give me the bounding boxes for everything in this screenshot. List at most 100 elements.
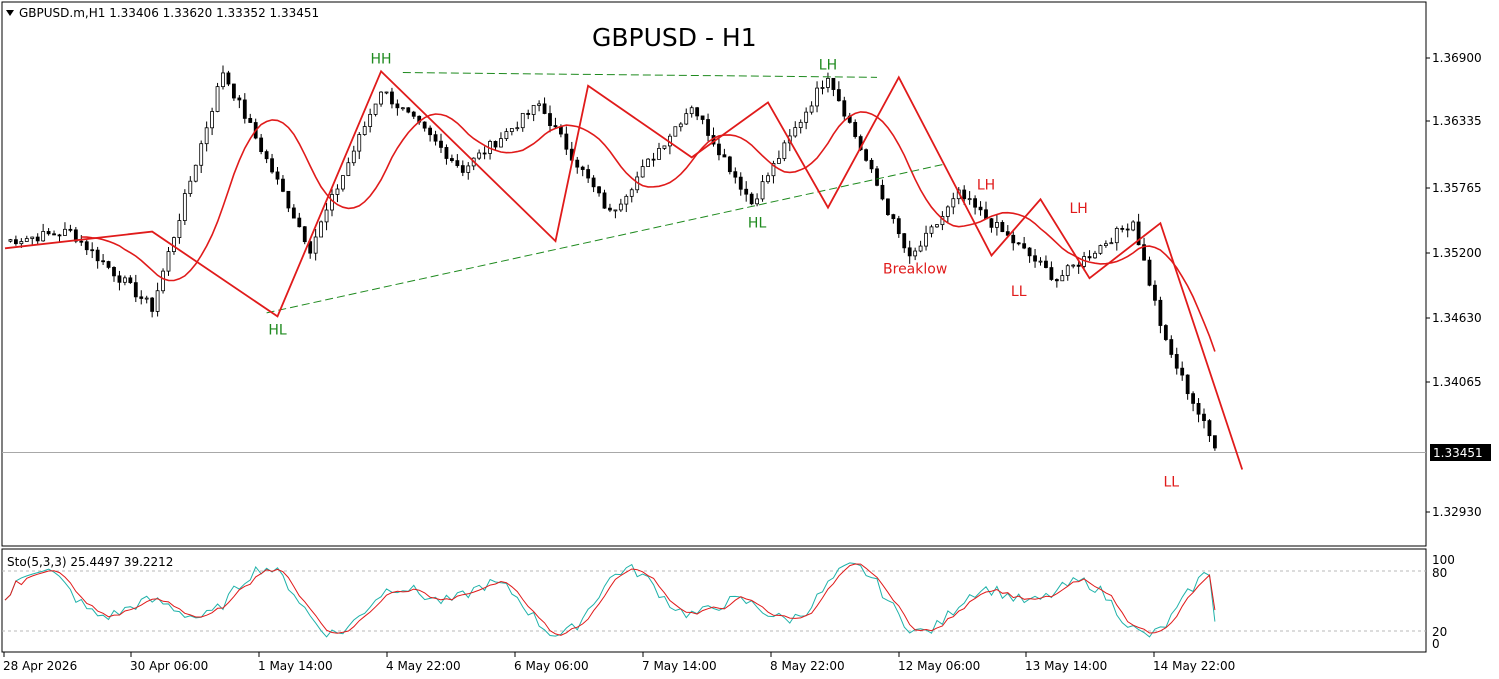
candle-body: [553, 125, 558, 128]
candle-body: [749, 193, 754, 205]
candle-body: [929, 226, 934, 234]
candle-body: [313, 236, 318, 254]
candle-body: [221, 72, 225, 88]
candle-body: [139, 296, 144, 299]
annotation-label: LH: [819, 57, 837, 73]
candle-body: [106, 261, 111, 268]
candle-body: [1109, 242, 1114, 245]
candle-body: [1027, 247, 1032, 257]
candle-body: [1163, 325, 1168, 340]
candle-body: [564, 133, 569, 150]
candle-body: [35, 236, 40, 242]
candle-body: [275, 171, 280, 180]
candle-body: [101, 260, 105, 263]
candle-body: [591, 177, 596, 188]
candle-body: [499, 138, 503, 148]
candle-body: [302, 226, 307, 243]
candle-body: [924, 232, 928, 247]
candle-body: [700, 115, 705, 120]
candle-body: [1071, 264, 1076, 267]
candle-body: [90, 249, 95, 252]
candle-body: [738, 176, 743, 190]
price-tick: 1.35200: [1432, 246, 1482, 260]
candle-body: [449, 158, 454, 162]
candle-body: [57, 234, 62, 237]
candle-body: [984, 209, 988, 220]
candle-body: [1038, 260, 1043, 263]
candle-body: [1054, 279, 1059, 282]
candle-body: [918, 245, 923, 252]
candle-body: [237, 97, 242, 101]
candle-body: [335, 188, 340, 195]
candle-body: [1207, 420, 1212, 437]
candle-body: [602, 192, 607, 209]
candle-body: [1120, 228, 1125, 230]
annotation-label: LH: [977, 177, 995, 193]
candle-body: [755, 198, 759, 205]
candle-body: [444, 147, 449, 159]
candle-body: [580, 166, 585, 170]
candle-body: [935, 224, 939, 228]
candle-body: [995, 222, 999, 228]
candle-body: [896, 218, 901, 235]
candle-body: [346, 162, 351, 176]
price-tick: 1.34630: [1432, 311, 1482, 325]
osc-tick: 80: [1432, 566, 1447, 580]
candle-body: [123, 277, 127, 283]
candle-body: [24, 238, 29, 242]
candle-body: [199, 143, 204, 166]
candle-body: [428, 127, 433, 136]
candle-body: [853, 121, 858, 137]
candle-body: [586, 169, 591, 179]
candle-body: [144, 297, 149, 300]
time-tick: 7 May 14:00: [642, 659, 717, 673]
candle-body: [362, 126, 367, 135]
candle-body: [340, 175, 345, 190]
annotation-label: LL: [1163, 474, 1179, 490]
candle-body: [1114, 228, 1119, 244]
candle-body: [1044, 260, 1048, 268]
candle-body: [1202, 413, 1206, 422]
candle-body: [760, 181, 765, 200]
candle-body: [962, 189, 967, 200]
candle-body: [842, 100, 847, 117]
candle-body: [804, 111, 809, 123]
candle-body: [515, 127, 520, 130]
candle-body: [1098, 245, 1103, 254]
time-tick: 1 May 14:00: [258, 659, 333, 673]
candle-body: [869, 159, 874, 170]
candle-body: [231, 83, 236, 99]
candle-body: [875, 168, 879, 186]
candle-body: [482, 152, 487, 155]
candle-body: [384, 91, 389, 94]
annotation-label: LL: [1011, 284, 1027, 300]
candle-body: [270, 158, 274, 173]
candle-body: [624, 195, 629, 205]
candle-body: [390, 91, 394, 105]
oscillator-axis: 100 80 20 0: [1432, 553, 1455, 651]
candle-body: [133, 282, 138, 298]
candle-body: [744, 188, 749, 195]
candle-body: [809, 105, 814, 113]
candle-body: [259, 137, 264, 153]
annotation-label: HL: [748, 216, 767, 232]
candle-body: [945, 206, 950, 217]
candle-body: [1153, 284, 1157, 301]
candle-body: [30, 236, 35, 239]
candle-body: [460, 165, 465, 173]
candle-body: [177, 220, 182, 238]
candle-body: [455, 160, 460, 166]
candle-body: [640, 166, 645, 178]
candle-body: [63, 228, 67, 236]
candle-body: [242, 99, 247, 119]
candle-body: [84, 241, 89, 251]
candle-body: [989, 218, 994, 228]
price-tick: 1.36900: [1432, 51, 1482, 65]
candle-body: [264, 151, 269, 160]
current-price-label: 1.33451: [1433, 446, 1483, 460]
candle-body: [226, 72, 231, 85]
candle-body: [978, 206, 983, 211]
candle-body: [608, 207, 612, 211]
candle-body: [150, 297, 155, 312]
candle-body: [1065, 265, 1070, 276]
